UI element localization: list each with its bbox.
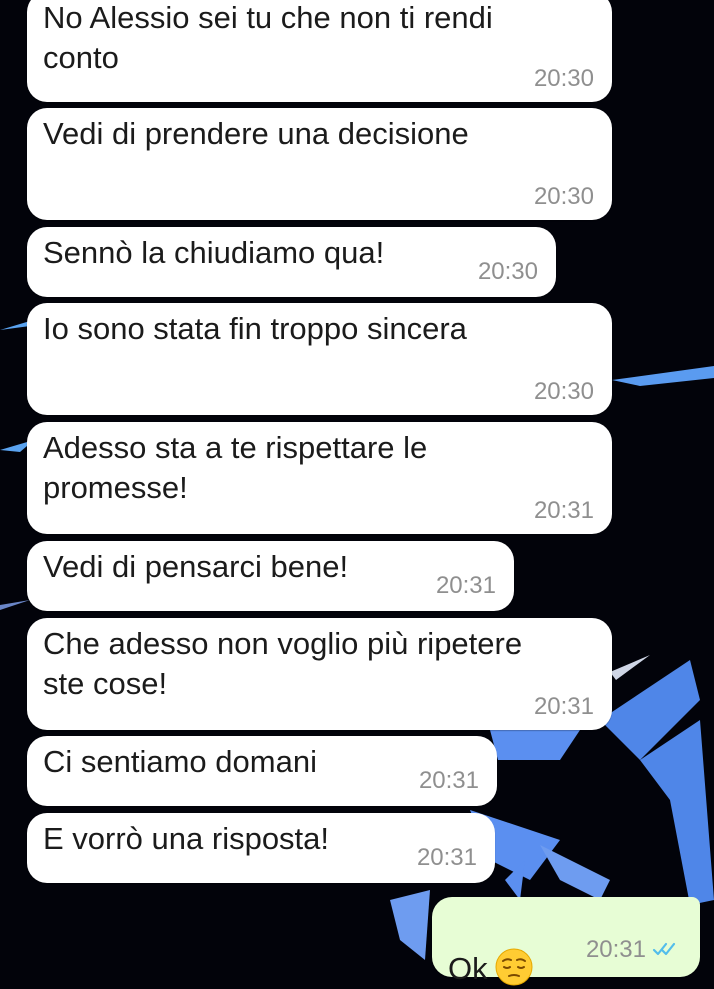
message-timestamp: 20:30 <box>533 378 594 405</box>
pensive-face-emoji-icon <box>495 948 533 986</box>
message-meta: 20:31 <box>586 937 682 963</box>
message-bubble[interactable]: Sennò la chiudiamo qua! 20:30 <box>27 227 556 297</box>
message-text: Io sono stata fin troppo sincera <box>43 311 467 346</box>
message-text: E vorrò una risposta! <box>43 821 330 856</box>
message-text: Ci sentiamo domani <box>43 744 317 779</box>
message-timestamp: 20:31 <box>533 693 594 720</box>
read-receipt-double-check-icon <box>652 942 676 956</box>
message-text: Che adesso non voglio più ripetere ste c… <box>43 626 523 701</box>
message-text: Ok <box>448 951 488 986</box>
message-text: Adesso sta a te rispettare le promesse! <box>43 430 428 505</box>
message-bubble[interactable]: Io sono stata fin troppo sincera 20:30 <box>27 303 612 415</box>
message-bubble[interactable]: Vedi di pensarci bene! 20:31 <box>27 541 514 611</box>
message-bubble[interactable]: No Alessio sei tu che non ti rendi conto… <box>27 0 612 102</box>
message-timestamp: 20:31 <box>418 767 479 794</box>
message-bubble[interactable]: Che adesso non voglio più ripetere ste c… <box>27 618 612 730</box>
message-bubble[interactable]: Adesso sta a te rispettare le promesse! … <box>27 422 612 534</box>
message-bubble[interactable]: Ci sentiamo domani 20:31 <box>27 736 497 806</box>
message-timestamp: 20:31 <box>435 572 496 599</box>
message-text: Sennò la chiudiamo qua! <box>43 235 385 270</box>
message-text: Vedi di pensarci bene! <box>43 549 349 584</box>
message-timestamp: 20:31 <box>533 497 594 524</box>
message-timestamp: 20:30 <box>533 65 594 92</box>
message-text: No Alessio sei tu che non ti rendi conto <box>43 0 493 75</box>
message-bubble-outgoing[interactable]: Ok 20:31 <box>432 897 700 986</box>
message-bubble[interactable]: Vedi di prendere una decisione 20:30 <box>27 108 612 220</box>
message-timestamp: 20:31 <box>416 844 477 871</box>
message-timestamp: 20:30 <box>477 258 538 285</box>
message-bubble[interactable]: E vorrò una risposta! 20:31 <box>27 813 495 883</box>
message-text: Vedi di prendere una decisione <box>43 116 469 151</box>
message-timestamp: 20:30 <box>533 183 594 210</box>
message-timestamp: 20:31 <box>585 936 646 963</box>
